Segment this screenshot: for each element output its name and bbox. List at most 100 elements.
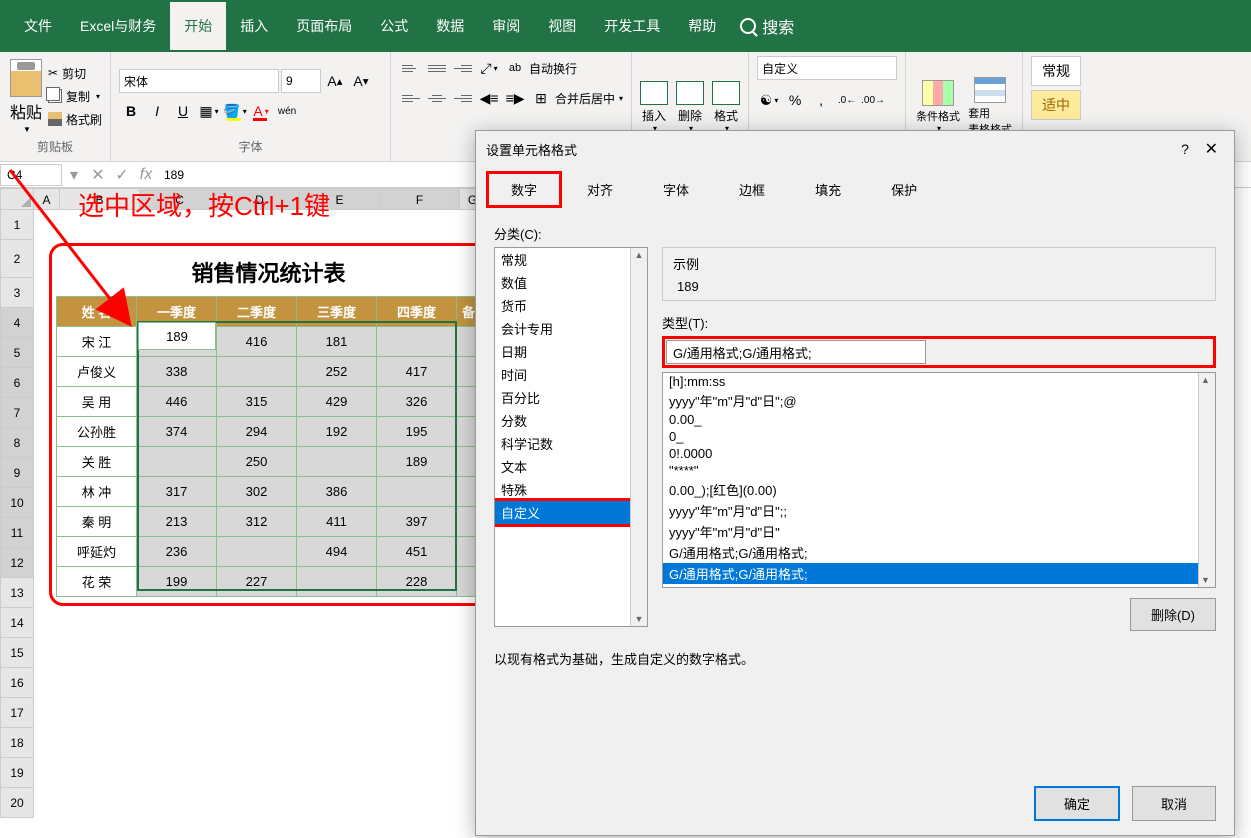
value-cell[interactable]: 411	[297, 507, 377, 537]
type-item[interactable]: G/通用格式;G/通用格式;	[663, 563, 1215, 584]
type-item[interactable]: 0.00_	[663, 411, 1215, 428]
merge-center-button[interactable]: ⊞	[529, 86, 553, 110]
row-header[interactable]: 20	[0, 788, 34, 818]
copy-button[interactable]: 复制▾	[48, 86, 102, 107]
row-header[interactable]: 12	[0, 548, 34, 578]
tab-file[interactable]: 文件	[10, 2, 66, 50]
value-cell[interactable]: 228	[377, 567, 457, 597]
decrease-font-icon[interactable]: A▾	[349, 69, 373, 93]
category-item[interactable]: 科学记数	[495, 432, 647, 455]
align-top-left-icon[interactable]	[399, 58, 423, 78]
category-item[interactable]: 文本	[495, 455, 647, 478]
tab-developer[interactable]: 开发工具	[590, 2, 674, 50]
value-cell[interactable]: 494	[297, 537, 377, 567]
category-item[interactable]: 数值	[495, 271, 647, 294]
type-list[interactable]: [h]:mm:ssyyyy"年"m"月"d"日";@0.00_0_0!.0000…	[662, 372, 1216, 588]
type-item[interactable]: 0.00_);[红色](0.00)	[663, 479, 1215, 500]
tab-data[interactable]: 数据	[422, 2, 478, 50]
row-header[interactable]: 10	[0, 488, 34, 518]
value-cell[interactable]: 338	[137, 357, 217, 387]
font-color-button[interactable]: A▾	[249, 99, 273, 123]
scroll-up-icon[interactable]: ▲	[633, 248, 646, 262]
style-moderate[interactable]: 适中	[1031, 90, 1081, 120]
category-item[interactable]: 自定义	[495, 501, 647, 524]
row-header[interactable]: 7	[0, 398, 34, 428]
font-size-select[interactable]	[281, 69, 321, 93]
dialog-tab-fill[interactable]: 填充	[790, 171, 866, 208]
delete-format-button[interactable]: 删除(D)	[1130, 598, 1216, 631]
name-cell[interactable]: 呼延灼	[57, 537, 137, 567]
category-list[interactable]: 常规数值货币会计专用日期时间百分比分数科学记数文本特殊自定义▲▼	[494, 247, 648, 627]
currency-button[interactable]: ☯▾	[757, 88, 781, 112]
font-name-select[interactable]	[119, 69, 279, 93]
cancel-button[interactable]: 取消	[1132, 786, 1216, 821]
type-item[interactable]: 0!.0000	[663, 445, 1215, 462]
format-cells-button[interactable]: 格式▾	[712, 81, 740, 133]
type-item[interactable]: yyyy"年"m"月"d"日"	[663, 521, 1215, 542]
name-cell[interactable]: 秦 明	[57, 507, 137, 537]
scroll-down-icon[interactable]: ▼	[1199, 573, 1215, 587]
name-cell[interactable]: 关 胜	[57, 447, 137, 477]
table-format-button[interactable]: 套用 表格格式	[966, 75, 1014, 139]
value-cell[interactable]: 189	[377, 447, 457, 477]
wrap-text-button[interactable]: ab	[503, 56, 527, 80]
value-cell[interactable]: 192	[297, 417, 377, 447]
value-cell[interactable]: 213	[137, 507, 217, 537]
category-item[interactable]: 百分比	[495, 386, 647, 409]
category-item[interactable]: 时间	[495, 363, 647, 386]
style-normal[interactable]: 常规	[1031, 56, 1081, 86]
value-cell[interactable]: 315	[217, 387, 297, 417]
dialog-tab-font[interactable]: 字体	[638, 171, 714, 208]
category-item[interactable]: 日期	[495, 340, 647, 363]
type-item[interactable]: [h]:mm:ss	[663, 373, 1215, 390]
value-cell[interactable]	[297, 567, 377, 597]
chevron-down-icon[interactable]: ▾	[619, 94, 623, 103]
type-input[interactable]	[666, 340, 926, 364]
tab-home[interactable]: 开始	[170, 2, 226, 50]
increase-indent-icon[interactable]: ≡▶	[503, 86, 527, 110]
value-cell[interactable]: 416	[217, 327, 297, 357]
value-cell[interactable]: 429	[297, 387, 377, 417]
conditional-formatting-button[interactable]: 条件格式▾	[914, 78, 962, 135]
align-right-icon[interactable]	[451, 88, 475, 108]
decrease-indent-icon[interactable]: ◀≡	[477, 86, 501, 110]
row-header[interactable]: 8	[0, 428, 34, 458]
row-header[interactable]: 15	[0, 638, 34, 668]
row-header[interactable]: 9	[0, 458, 34, 488]
align-top-center-icon[interactable]	[425, 58, 449, 78]
tab-insert[interactable]: 插入	[226, 2, 282, 50]
value-cell[interactable]: 451	[377, 537, 457, 567]
scroll-down-icon[interactable]: ▼	[633, 612, 646, 626]
comma-button[interactable]: ,	[809, 88, 833, 112]
scroll-up-icon[interactable]: ▲	[1199, 373, 1215, 387]
dialog-tab-number[interactable]: 数字	[486, 171, 562, 208]
align-center-icon[interactable]	[425, 88, 449, 108]
dialog-close-button[interactable]: ✕	[1199, 141, 1224, 158]
row-header[interactable]: 6	[0, 368, 34, 398]
value-cell[interactable]: 397	[377, 507, 457, 537]
type-item[interactable]: 0_	[663, 428, 1215, 445]
align-top-right-icon[interactable]	[451, 58, 475, 78]
value-cell[interactable]: 446	[137, 387, 217, 417]
tab-formulas[interactable]: 公式	[366, 2, 422, 50]
value-cell[interactable]	[137, 447, 217, 477]
value-cell[interactable]: 252	[297, 357, 377, 387]
border-button[interactable]: ▦▾	[197, 99, 221, 123]
tab-review[interactable]: 审阅	[478, 2, 534, 50]
search-area[interactable]: 搜索	[740, 14, 794, 38]
format-painter-button[interactable]: 格式刷	[48, 109, 102, 130]
tab-view[interactable]: 视图	[534, 2, 590, 50]
align-left-icon[interactable]	[399, 88, 423, 108]
value-cell[interactable]: 312	[217, 507, 297, 537]
orientation-button[interactable]: ⤢▾	[477, 56, 501, 80]
type-item[interactable]: yyyy"年"m"月"d"日";;	[663, 500, 1215, 521]
row-header[interactable]: 5	[0, 338, 34, 368]
value-cell[interactable]: 417	[377, 357, 457, 387]
cut-button[interactable]: ✂剪切	[48, 63, 102, 84]
scrollbar[interactable]: ▲▼	[630, 248, 647, 626]
value-cell[interactable]: 374	[137, 417, 217, 447]
fill-color-button[interactable]: 🪣▾	[223, 99, 247, 123]
value-cell[interactable]: 317	[137, 477, 217, 507]
row-header[interactable]: 11	[0, 518, 34, 548]
value-cell[interactable]	[217, 537, 297, 567]
